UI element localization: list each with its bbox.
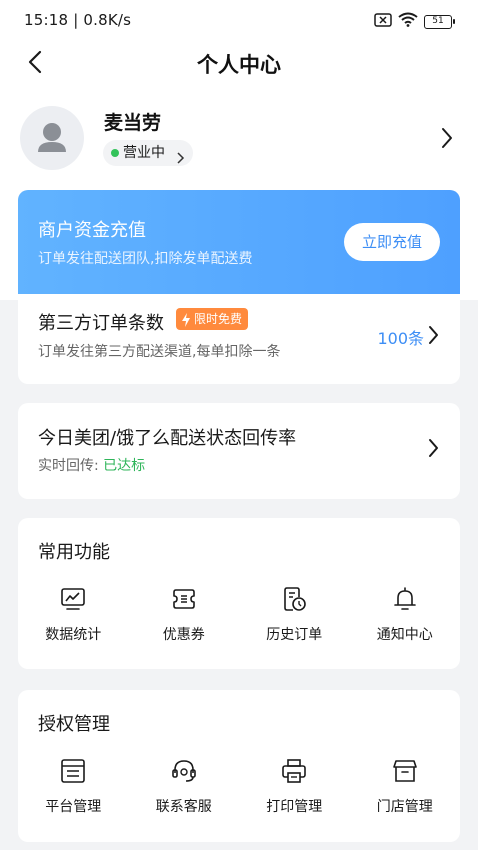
avatar xyxy=(20,106,84,170)
chevron-right-icon xyxy=(440,126,454,154)
function-coupon[interactable]: 优惠券 xyxy=(129,580,240,660)
store-icon xyxy=(390,756,420,786)
order-count: 100条 xyxy=(377,329,424,348)
function-label: 打印管理 xyxy=(266,799,323,815)
recharge-title: 商户资金充值 xyxy=(38,220,146,241)
third-party-orders-card[interactable]: 第三方订单条数 限时免费 订单发往第三方配送渠道,每单扣除一条 100条 xyxy=(18,294,460,384)
lightning-icon xyxy=(181,312,191,334)
chevron-right-icon xyxy=(428,438,440,462)
common-functions-card: 常用功能 数据统计 优惠券 历史订单 通知中心 xyxy=(18,518,460,669)
recharge-banner: 商户资金充值 订单发往配送团队,扣除发单配送费 立即充值 xyxy=(18,190,460,294)
recharge-button[interactable]: 立即充值 xyxy=(344,223,440,261)
delivery-rate-value: 已达标 xyxy=(103,458,146,474)
store-name: 麦当劳 xyxy=(104,112,162,134)
delivery-rate-status: 实时回传: 已达标 xyxy=(38,455,145,475)
delivery-rate-card[interactable]: 今日美团/饿了么配送状态回传率 实时回传: 已达标 xyxy=(18,403,460,499)
page-title: 个人中心 xyxy=(197,53,281,77)
authorization-grid: 平台管理 联系客服 打印管理 门店管理 xyxy=(18,752,460,832)
function-history-orders[interactable]: 历史订单 xyxy=(239,580,350,660)
third-party-title: 第三方订单条数 xyxy=(38,313,164,334)
auth-customer-service[interactable]: 联系客服 xyxy=(129,752,240,832)
function-notification-center[interactable]: 通知中心 xyxy=(350,580,461,660)
function-label: 平台管理 xyxy=(45,799,102,815)
chart-monitor-icon xyxy=(58,584,88,614)
bell-icon xyxy=(390,584,420,614)
delivery-rate-label: 实时回传: xyxy=(38,458,99,474)
printer-icon xyxy=(279,756,309,786)
status-icons: 51 xyxy=(374,12,455,31)
function-label: 优惠券 xyxy=(162,627,205,643)
function-label: 门店管理 xyxy=(376,799,433,815)
headset-icon xyxy=(169,756,199,786)
delivery-rate-title: 今日美团/饿了么配送状态回传率 xyxy=(38,428,297,449)
chevron-right-icon xyxy=(428,325,440,349)
function-data-stats[interactable]: 数据统计 xyxy=(18,580,129,660)
function-label: 通知中心 xyxy=(376,627,433,643)
auth-store-management[interactable]: 门店管理 xyxy=(350,752,461,832)
battery-icon: 51 xyxy=(424,14,455,29)
recharge-subtitle: 订单发往配送团队,扣除发单配送费 xyxy=(38,251,253,267)
auth-print-management[interactable]: 打印管理 xyxy=(239,752,350,832)
authorization-card: 授权管理 平台管理 联系客服 打印管理 门店管理 xyxy=(18,690,460,842)
profile-row[interactable]: 麦当劳 营业中 xyxy=(0,100,478,180)
sim-off-icon xyxy=(374,12,392,31)
free-badge: 限时免费 xyxy=(176,308,249,330)
nav-bar: 个人中心 xyxy=(0,40,478,84)
authorization-title: 授权管理 xyxy=(38,714,110,735)
platform-list-icon xyxy=(58,756,88,786)
common-functions-title: 常用功能 xyxy=(38,542,110,563)
business-status-text: 营业中 xyxy=(123,145,165,161)
function-label: 联系客服 xyxy=(155,799,212,815)
status-time: 15:18 | 0.8K/s xyxy=(24,11,132,29)
function-label: 历史订单 xyxy=(266,627,323,643)
business-status-badge[interactable]: 营业中 xyxy=(103,140,193,166)
third-party-subtitle: 订单发往第三方配送渠道,每单扣除一条 xyxy=(38,344,281,360)
chevron-right-icon xyxy=(175,147,185,173)
function-label: 数据统计 xyxy=(45,627,102,643)
status-bar: 15:18 | 0.8K/s 51 xyxy=(0,0,478,44)
auth-platform-management[interactable]: 平台管理 xyxy=(18,752,129,832)
history-order-icon xyxy=(279,584,309,614)
coupon-icon xyxy=(169,584,199,614)
free-badge-text: 限时免费 xyxy=(194,312,243,326)
online-dot-icon xyxy=(111,149,119,157)
wifi-icon xyxy=(398,12,418,31)
common-functions-grid: 数据统计 优惠券 历史订单 通知中心 xyxy=(18,580,460,660)
